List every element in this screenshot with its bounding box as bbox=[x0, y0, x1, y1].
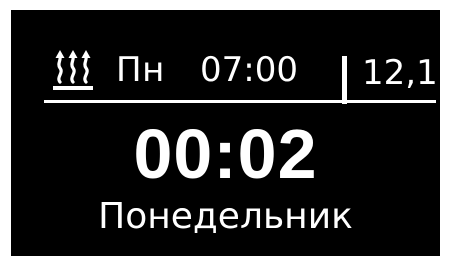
header-divider bbox=[44, 100, 436, 103]
clock-display: 00:02 bbox=[133, 115, 318, 193]
display-screen: Пн 07:00 12,1 00:02 Понедельник bbox=[11, 10, 440, 256]
heating-waves-icon bbox=[53, 50, 93, 90]
schedule-time: 07:00 bbox=[200, 50, 298, 90]
vertical-divider bbox=[342, 56, 347, 104]
weekday-label: Понедельник bbox=[98, 196, 353, 237]
day-short-label: Пн bbox=[116, 50, 165, 90]
temperature-readout: 12,1 bbox=[362, 53, 438, 93]
